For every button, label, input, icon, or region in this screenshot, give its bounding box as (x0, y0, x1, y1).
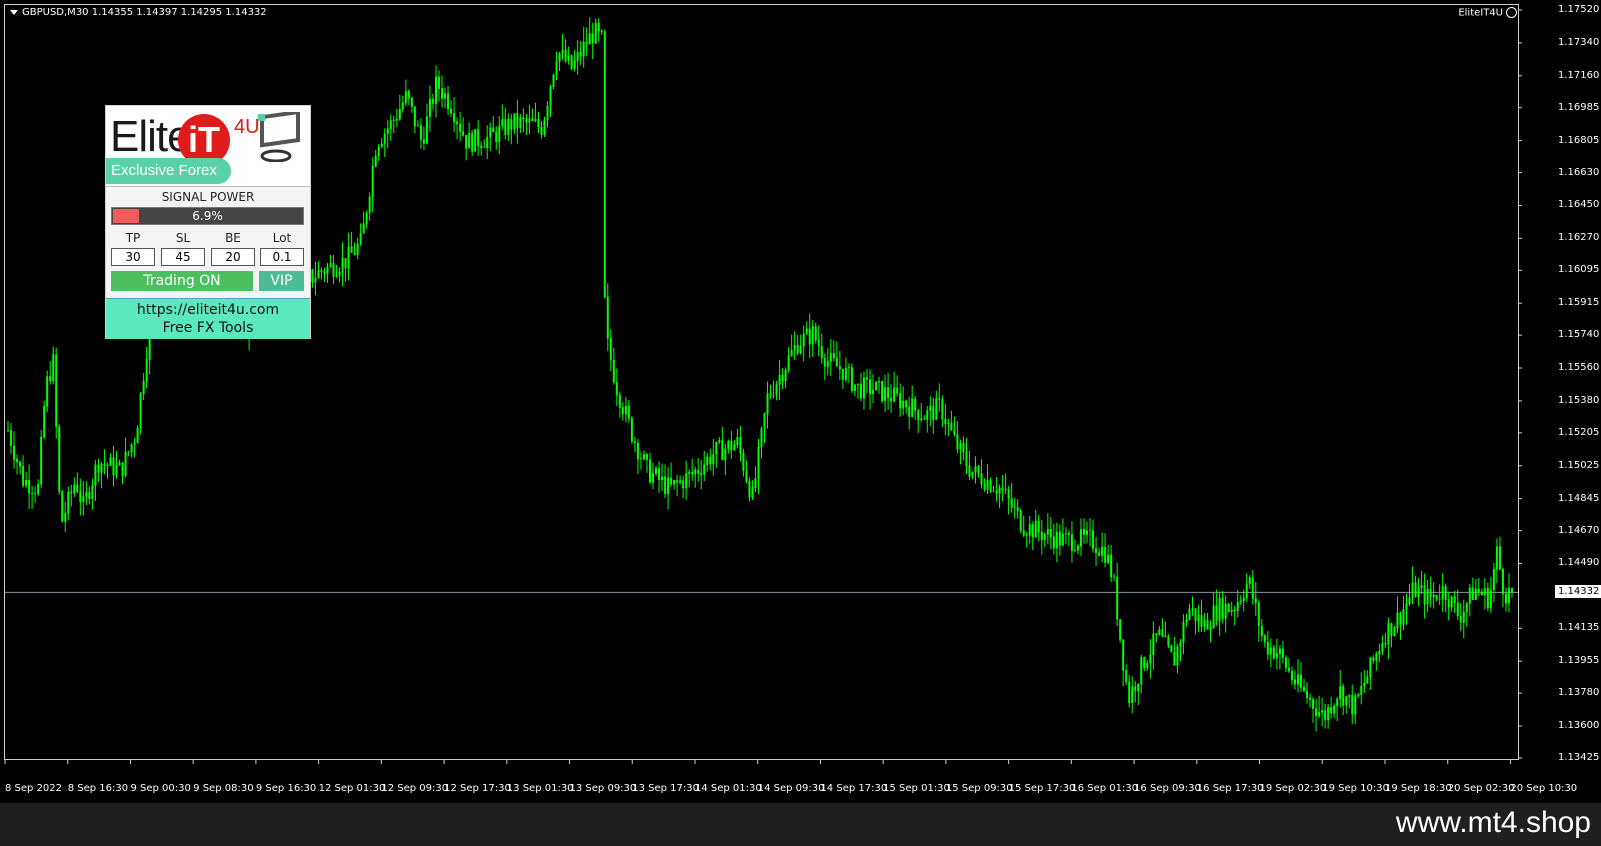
time-tick-label: 16 Sep 17:30 (1196, 783, 1264, 794)
time-tick-label: 16 Sep 01:30 (1071, 783, 1139, 794)
time-tick-label: 13 Sep 17:30 (632, 783, 699, 794)
tp-input[interactable] (111, 248, 155, 266)
price-tick-label: 1.15205 (1558, 426, 1600, 438)
be-label: BE (225, 231, 241, 245)
signal-power-title: SIGNAL POWER (161, 190, 255, 204)
time-tick-label: 13 Sep 09:30 (569, 783, 637, 794)
time-tick-label: 16 Sep 09:30 (1134, 783, 1201, 794)
time-tick-label: 13 Sep 01:30 (506, 783, 574, 794)
be-input[interactable] (211, 248, 255, 266)
tp-label: TP (125, 231, 141, 245)
time-tick-label: 20 Sep 02:30 (1447, 783, 1515, 794)
time-tick-label: 14 Sep 09:30 (757, 783, 825, 794)
price-tick-label: 1.17160 (1558, 69, 1600, 81)
time-tick-label: 14 Sep 17:30 (820, 783, 888, 794)
ea-name-text: EliteIT4U (1458, 7, 1503, 19)
time-tick-label: 19 Sep 02:30 (1259, 783, 1327, 794)
trading-toggle-button[interactable]: Trading ON (111, 271, 253, 291)
price-tick-label: 1.15740 (1558, 329, 1600, 341)
monitor-icon (258, 112, 300, 162)
elite-it4u-logo: Elite iT 4U Exclusive Forex (106, 106, 310, 187)
time-tick-label: 15 Sep 09:30 (945, 783, 1013, 794)
time-tick-label: 8 Sep 16:30 (67, 783, 129, 794)
sl-input[interactable] (161, 248, 205, 266)
price-tick-label: 1.16805 (1558, 134, 1600, 146)
price-tick-label: 1.17340 (1558, 36, 1600, 48)
price-tick-label: 1.16095 (1558, 264, 1600, 276)
logo-tagline: Exclusive Forex (106, 158, 231, 184)
expert-advisor-label: EliteIT4U (1458, 7, 1517, 19)
time-tick-label: 8 Sep 2022 (5, 783, 63, 794)
time-tick-label: 12 Sep 17:30 (444, 783, 511, 794)
watermark-text: www.mt4.shop (1395, 806, 1591, 839)
price-tick-label: 1.15915 (1558, 297, 1600, 309)
chart-window[interactable]: 1.17520 1.17340 1.17160 1.16985 1.16805 1.166… (0, 0, 1601, 803)
price-tick-label: 1.17520 (1558, 4, 1600, 15)
time-tick-label: 14 Sep 01:30 (694, 783, 762, 794)
price-tick-label: 1.14670 (1558, 524, 1600, 536)
current-price-label: 1.14332 (1555, 585, 1601, 599)
watermark-bar: www.mt4.shop (0, 803, 1601, 846)
time-tick-label: 19 Sep 18:30 (1384, 783, 1452, 794)
time-tick-label: 12 Sep 01:30 (318, 783, 386, 794)
time-tick-label: 19 Sep 10:30 (1322, 783, 1389, 794)
price-tick-label: 1.14135 (1558, 622, 1600, 634)
price-tick-label: 1.13600 (1558, 720, 1600, 732)
time-tick-label: 12 Sep 09:30 (381, 783, 449, 794)
price-tick-label: 1.14490 (1558, 557, 1600, 569)
price-tick-label: 1.13780 (1558, 687, 1600, 699)
lot-input[interactable] (260, 248, 304, 266)
vip-button[interactable]: VIP (259, 271, 304, 291)
signal-power-bar: 6.9% (111, 207, 304, 225)
time-tick-label: 9 Sep 08:30 (193, 783, 254, 794)
panel-footer: https://eliteit4u.com Free FX Tools (106, 298, 310, 339)
sl-label: SL (175, 231, 191, 245)
dropdown-arrow-icon[interactable] (10, 9, 18, 15)
price-tick-label: 1.16985 (1558, 101, 1600, 113)
price-tick-label: 1.15380 (1558, 394, 1600, 406)
time-tick-label: 9 Sep 00:30 (130, 783, 191, 794)
symbol-info: GBPUSD,M30 1.14355 1.14397 1.14295 1.143… (10, 7, 267, 18)
price-tick-label: 1.16450 (1558, 199, 1600, 211)
website-link[interactable]: https://eliteit4u.com (106, 299, 310, 319)
lot-label: Lot (272, 231, 292, 245)
time-tick-label: 15 Sep 01:30 (883, 783, 950, 794)
price-tick-label: 1.13955 (1558, 655, 1600, 667)
price-tick-label: 1.15025 (1558, 459, 1600, 471)
price-tick-label: 1.15560 (1558, 362, 1600, 374)
symbol-info-text: GBPUSD,M30 1.14355 1.14397 1.14295 1.143… (22, 7, 267, 18)
price-tick-label: 1.13425 (1558, 752, 1600, 763)
price-tick-label: 1.16630 (1558, 166, 1600, 178)
signal-power-value: 6.9% (192, 209, 223, 223)
smiley-icon[interactable] (1506, 7, 1517, 18)
ea-panel: Elite iT 4U Exclusive Forex SIGNAL POWER… (105, 105, 311, 339)
price-tick-label: 1.14845 (1558, 492, 1600, 504)
time-tick-label: 15 Sep 17:30 (1008, 783, 1076, 794)
time-tick-label: 9 Sep 16:30 (255, 783, 317, 794)
price-tick-label: 1.16270 (1558, 232, 1600, 244)
time-tick-label: 20 Sep 10:30 (1510, 783, 1578, 794)
free-tools-text: Free FX Tools (162, 320, 254, 336)
